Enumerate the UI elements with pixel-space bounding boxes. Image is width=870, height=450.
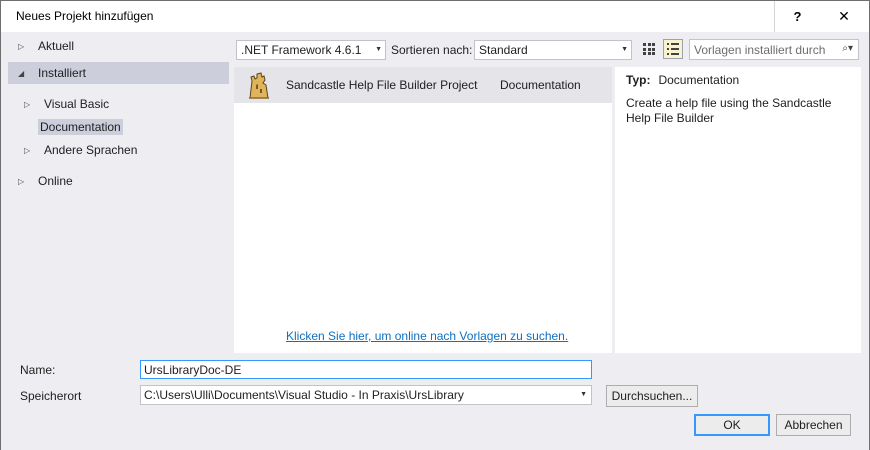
- expand-arrow-icon[interactable]: ▷: [18, 177, 28, 186]
- tree-item-label: Aktuell: [38, 39, 75, 53]
- chevron-down-icon: ▼: [580, 391, 587, 398]
- location-label: Speicherort: [20, 389, 82, 403]
- sort-label: Sortieren nach:: [391, 43, 473, 57]
- template-name: Sandcastle Help File Builder Project: [286, 78, 478, 92]
- tree-item-online[interactable]: ▷ Online: [8, 171, 229, 191]
- small-icons-view-button[interactable]: [639, 39, 659, 59]
- browse-button[interactable]: Durchsuchen...: [606, 385, 698, 407]
- expand-arrow-icon[interactable]: ▷: [24, 100, 34, 109]
- tree-item-label: Documentation: [38, 119, 123, 135]
- template-description: Create a help file using the Sandcastle …: [626, 96, 832, 125]
- tree-item-installiert[interactable]: ◢ Installiert: [8, 62, 229, 84]
- tree-item-label: Installiert: [38, 66, 87, 80]
- chevron-down-icon: ▼: [375, 46, 382, 53]
- help-button[interactable]: ?: [774, 1, 820, 32]
- location-value: C:\Users\Ulli\Documents\Visual Studio - …: [144, 388, 464, 402]
- framework-value: .NET Framework 4.6.1: [241, 43, 362, 57]
- location-select[interactable]: C:\Users\Ulli\Documents\Visual Studio - …: [140, 385, 592, 405]
- ok-button[interactable]: OK: [694, 414, 770, 436]
- cancel-button[interactable]: Abbrechen: [776, 414, 851, 436]
- search-icon[interactable]: ⌕▾: [842, 43, 853, 54]
- expand-arrow-icon[interactable]: ▷: [24, 146, 34, 155]
- tree-item-aktuell[interactable]: ▷ Aktuell: [8, 36, 229, 56]
- framework-select[interactable]: .NET Framework 4.6.1 ▼: [236, 40, 386, 60]
- details-pane: Typ: Documentation Create a help file usi…: [615, 67, 861, 353]
- window-title: Neues Projekt hinzufügen: [16, 9, 154, 23]
- title-bar: Neues Projekt hinzufügen ? ✕: [1, 1, 869, 32]
- expand-arrow-icon[interactable]: ▷: [18, 42, 28, 51]
- dialog-window: Neues Projekt hinzufügen ? ✕ ▷ Aktuell ◢…: [0, 0, 870, 450]
- search-placeholder: Vorlagen installiert durch: [694, 42, 826, 57]
- collapse-arrow-icon[interactable]: ◢: [18, 69, 28, 78]
- list-view-button[interactable]: [663, 39, 683, 59]
- sort-select[interactable]: Standard ▼: [474, 40, 632, 60]
- grid-view-icon: [643, 43, 655, 55]
- tree-item-andere-sprachen[interactable]: ▷ Andere Sprachen: [8, 140, 229, 160]
- type-value: Documentation: [658, 73, 740, 87]
- close-button[interactable]: ✕: [821, 1, 867, 32]
- name-label: Name:: [20, 363, 56, 377]
- project-form: Name: UrsLibraryDoc-DE Speicherort C:\Us…: [1, 354, 869, 450]
- project-name-value: UrsLibraryDoc-DE: [144, 362, 242, 377]
- template-list: Sandcastle Help File Builder Project Doc…: [234, 67, 612, 353]
- tree-item-label: Visual Basic: [44, 97, 110, 111]
- tree-item-visual-basic[interactable]: ▷ Visual Basic: [8, 94, 229, 114]
- template-search-input[interactable]: Vorlagen installiert durch ⌕▾: [689, 39, 859, 60]
- sandcastle-icon: [249, 72, 269, 99]
- template-language: Documentation: [500, 78, 581, 92]
- online-templates-link[interactable]: Klicken Sie hier, um online nach Vorlage…: [286, 329, 568, 343]
- type-line: Typ: Documentation: [626, 73, 739, 87]
- tree-item-label: Online: [38, 174, 73, 188]
- tree-item-label: Andere Sprachen: [44, 143, 138, 157]
- type-label: Typ:: [626, 73, 651, 87]
- project-name-input[interactable]: UrsLibraryDoc-DE: [140, 360, 592, 379]
- template-row[interactable]: Sandcastle Help File Builder Project Doc…: [234, 67, 612, 103]
- sort-value: Standard: [479, 43, 528, 57]
- chevron-down-icon: ▼: [621, 46, 628, 53]
- category-tree: ▷ Aktuell ◢ Installiert ▷ Visual Basic D…: [8, 33, 229, 349]
- list-view-icon: [667, 43, 679, 55]
- tree-item-documentation[interactable]: Documentation: [8, 117, 229, 137]
